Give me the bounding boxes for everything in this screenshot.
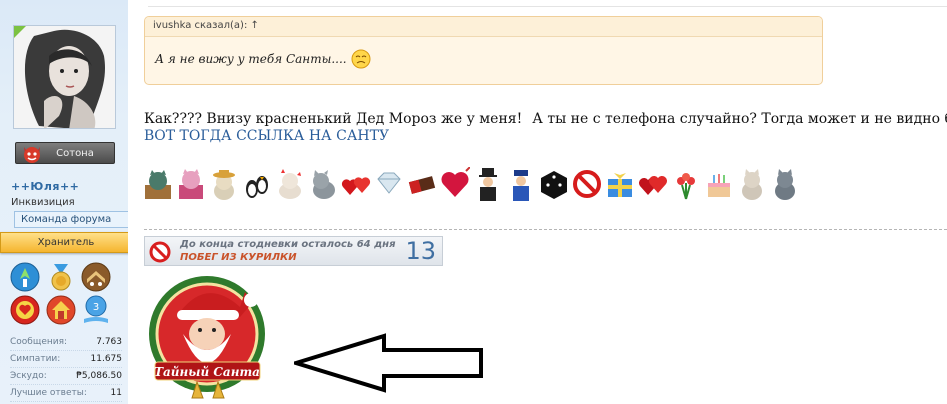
- user-info-panel: Сотона ++Юля++ Инквизиция Команда форума…: [0, 0, 136, 404]
- stat-currency: Эскудо: ₱5,086.50: [10, 368, 122, 385]
- santa-link[interactable]: ВОТ ТОГДА ССЫЛКА НА САНТУ: [144, 128, 389, 144]
- grey-cat-icon: [307, 165, 338, 203]
- pink-cat-icon: [175, 165, 206, 203]
- gift-icon: [604, 165, 635, 203]
- cat-box-icon: [142, 165, 173, 203]
- red-hearts-icon: [637, 165, 668, 203]
- award-level-number: 3: [93, 302, 99, 313]
- chevron-stars-award-icon[interactable]: [81, 262, 111, 292]
- avatar-image: [14, 26, 115, 128]
- stat-best-answers: Лучшие ответы: 11: [10, 385, 122, 402]
- flowers-icon: [670, 165, 701, 203]
- divider: [148, 6, 947, 7]
- cat-hat-icon: [208, 165, 239, 203]
- message-part2: А ты не с телефона случайно? Тогда может…: [532, 111, 947, 127]
- banner-number: 13: [405, 237, 436, 265]
- book-level-3-award-icon[interactable]: 3: [81, 295, 111, 325]
- smiley-row: [142, 165, 800, 205]
- signature-divider: [144, 229, 947, 230]
- heart-balloon-icon: [439, 165, 470, 203]
- banner-countdown-text: До конца стодневки осталось 64 дня: [180, 239, 396, 250]
- diamond-icon: [373, 165, 404, 203]
- santa-icon: Тайный Санта: [149, 276, 265, 399]
- top-hat-man-icon: [472, 165, 503, 203]
- quote-header[interactable]: ivushka сказал(а): ↑: [145, 17, 822, 37]
- secret-santa-badge[interactable]: Тайный Санта: [145, 272, 270, 404]
- stat-messages: Сообщения: 7.763: [10, 334, 122, 351]
- user-title-label: Сотона: [56, 147, 94, 159]
- no-smoking-icon: [149, 241, 171, 263]
- devil-icon: [24, 147, 40, 163]
- keeper-badge: Хранитель: [0, 232, 132, 253]
- sad-smiley-icon: [351, 49, 371, 69]
- santa-caption: Тайный Санта: [154, 365, 260, 379]
- penguins-icon: [241, 165, 272, 203]
- stat-likes: Симпатии: 11.675: [10, 351, 122, 368]
- cat-grey-icon: [769, 165, 800, 203]
- heart-award-icon[interactable]: [10, 295, 40, 325]
- team-badge: Команда форума: [14, 211, 136, 228]
- ufo-award-icon[interactable]: [10, 262, 40, 292]
- left-arrow-icon: [294, 333, 483, 393]
- cake-icon: [703, 165, 734, 203]
- quote-block: ivushka сказал(а): ↑ А я не вижу у тебя …: [144, 16, 823, 85]
- chocolate-icon: [406, 165, 437, 203]
- cat-hearts-icon: [274, 165, 305, 203]
- message-part1: Как???? Внизу красненький Дед Мороз же у…: [144, 111, 523, 127]
- medal-award-icon[interactable]: [46, 262, 76, 292]
- user-rank: Инквизиция: [11, 197, 75, 208]
- username[interactable]: ++Юля++: [11, 180, 79, 193]
- online-indicator: [14, 26, 26, 38]
- quote-text: А я не вижу у тебя Санты....: [155, 52, 347, 66]
- no-sign-icon: [571, 165, 602, 203]
- user-title-button[interactable]: Сотона: [15, 142, 115, 164]
- house-award-icon[interactable]: [46, 295, 76, 325]
- cat-sitting-icon: [736, 165, 767, 203]
- banner-title: ПОБЕГ ИЗ КУРИЛКИ: [180, 252, 297, 263]
- message-text: Как???? Внизу красненький Дед Мороз же у…: [144, 109, 947, 129]
- quote-body: А я не вижу у тебя Санты....: [145, 37, 822, 81]
- signature-banner[interactable]: До конца стодневки осталось 64 дня ПОБЕГ…: [144, 236, 443, 266]
- policeman-icon: [505, 165, 536, 203]
- hearts-icon: [340, 165, 371, 203]
- user-stats: Сообщения: 7.763 Симпатии: 11.675 Эскудо: ₱…: [10, 334, 122, 402]
- avatar[interactable]: [13, 25, 116, 129]
- dice-icon: [538, 165, 569, 203]
- post-content: ivushka сказал(а): ↑ А я не вижу у тебя …: [128, 0, 947, 404]
